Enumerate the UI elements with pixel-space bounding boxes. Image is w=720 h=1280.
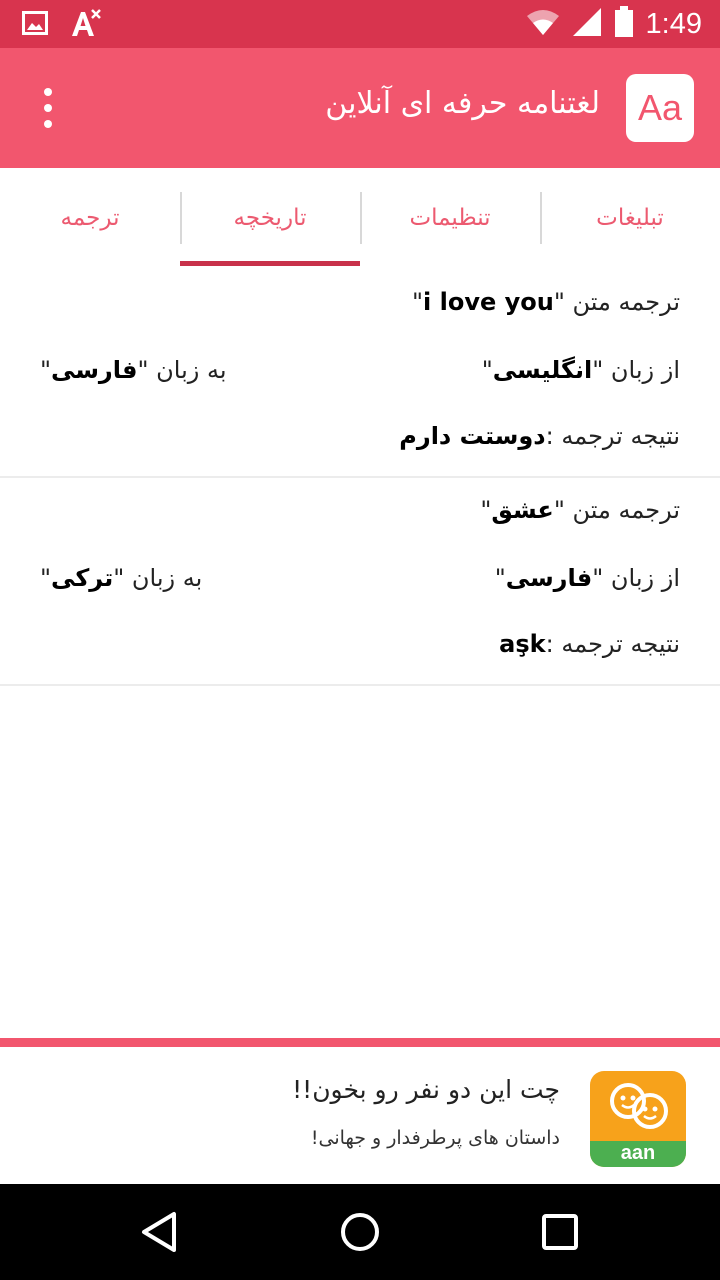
from-language-line: از زبان "فارسی" <box>494 564 680 592</box>
source-text: عشق <box>491 496 554 524</box>
home-icon[interactable] <box>336 1208 384 1256</box>
source-text-line: ترجمه متن "عشق" <box>480 496 680 524</box>
ad-subtitle: داستان های پرطرفدار و جهانی! <box>310 1127 560 1149</box>
to-language-line: به زبان "ترکی" <box>40 564 203 592</box>
image-icon <box>22 11 48 39</box>
from-language-line: از زبان "انگلیسی" <box>481 356 680 384</box>
tab-ads[interactable]: تبلیغات <box>540 168 720 268</box>
tab-history[interactable]: تاریخچه <box>180 168 360 268</box>
status-time: 1:49 <box>645 7 702 40</box>
tab-label: تنظیمات <box>409 205 491 231</box>
tab-settings[interactable]: تنظیمات <box>360 168 540 268</box>
signal-icon <box>572 7 602 41</box>
navigation-bar <box>0 1184 720 1280</box>
back-icon[interactable] <box>136 1208 184 1256</box>
ad-banner[interactable]: aan چت این دو نفر رو بخون!! داستان های پ… <box>0 1047 720 1184</box>
source-text: i love you <box>423 288 554 316</box>
ad-app-icon[interactable]: aan <box>590 1071 686 1167</box>
recents-icon[interactable] <box>536 1208 584 1256</box>
tab-translate[interactable]: ترجمه <box>0 168 180 268</box>
to-language: ترکی <box>51 564 114 592</box>
font-icon <box>70 8 102 42</box>
to-language-line: به زبان "فارسی" <box>40 356 227 384</box>
to-language: فارسی <box>51 356 138 384</box>
result-line: نتیجه ترجمه :aşk <box>499 630 680 658</box>
battery-icon <box>614 6 634 42</box>
app-logo: Aa <box>626 74 694 142</box>
chat-faces-icon <box>610 1083 668 1129</box>
more-vert-icon[interactable] <box>30 88 66 128</box>
result-line: نتیجه ترجمه :دوستت دارم <box>399 422 680 450</box>
history-item[interactable]: ترجمه متن "i love you" از زبان "انگلیسی"… <box>0 270 720 478</box>
result-text: aşk <box>499 630 546 658</box>
tab-label: تبلیغات <box>596 205 664 231</box>
app-title: لغتنامه حرفه ای آنلاین <box>325 86 600 121</box>
tab-label: ترجمه <box>60 205 120 231</box>
ad-title: چت این دو نفر رو بخون!! <box>292 1075 560 1104</box>
result-text: دوستت دارم <box>399 422 546 450</box>
history-item[interactable]: ترجمه متن "عشق" از زبان "فارسی" به زبان … <box>0 478 720 686</box>
app-bar: لغتنامه حرفه ای آنلاین Aa <box>0 48 720 168</box>
ad-icon-label: aan <box>590 1141 686 1167</box>
from-language: انگلیسی <box>492 356 593 384</box>
source-text-line: ترجمه متن "i love you" <box>411 288 680 316</box>
history-list: ترجمه متن "i love you" از زبان "انگلیسی"… <box>0 270 720 686</box>
ad-divider <box>0 1038 720 1047</box>
tab-bar: تبلیغات تنظیمات تاریخچه ترجمه <box>0 168 720 268</box>
status-bar: 1:49 <box>0 0 720 48</box>
from-language: فارسی <box>505 564 593 592</box>
wifi-icon <box>526 8 560 40</box>
tab-label: تاریخچه <box>233 205 307 231</box>
